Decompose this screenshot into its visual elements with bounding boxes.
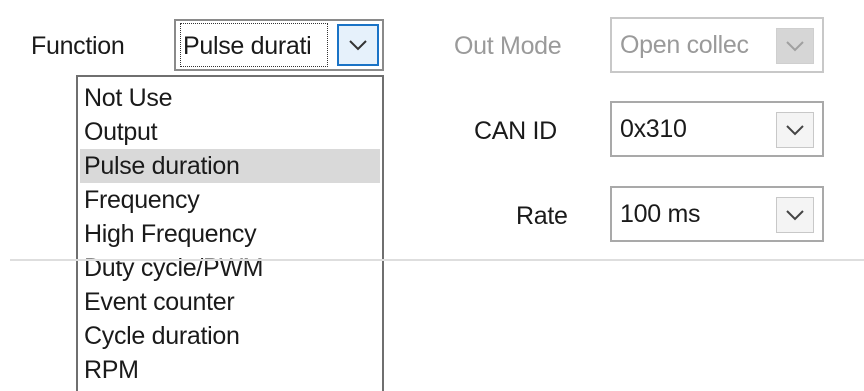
chevron-down-icon — [786, 125, 804, 136]
rate-label: Rate — [516, 202, 568, 230]
section-divider — [10, 259, 864, 261]
dropdown-item-pulse-duration[interactable]: Pulse duration — [80, 149, 380, 183]
can-id-combobox-value: 0x310 — [620, 115, 687, 143]
function-combobox-value: Pulse durati — [180, 23, 328, 67]
out-mode-combobox: Open collec — [610, 17, 824, 73]
chevron-down-icon — [349, 40, 367, 51]
dropdown-item-frequency[interactable]: Frequency — [80, 183, 380, 217]
dropdown-item-not-use[interactable]: Not Use — [80, 81, 380, 115]
out-mode-dropdown-button — [776, 28, 814, 64]
rate-combobox-value: 100 ms — [620, 200, 701, 228]
rate-combobox[interactable]: 100 ms — [610, 186, 824, 242]
dropdown-item-high-frequency[interactable]: High Frequency — [80, 217, 380, 251]
dropdown-item-duty-cycle-pwm[interactable]: Duty cycle/PWM — [80, 251, 380, 285]
dropdown-item-event-counter[interactable]: Event counter — [80, 285, 380, 319]
can-output-config-panel: Function Pulse durati Not Use Output Pul… — [0, 0, 864, 391]
out-mode-label: Out Mode — [454, 32, 562, 60]
chevron-down-icon — [786, 210, 804, 221]
rate-dropdown-button[interactable] — [776, 197, 814, 233]
function-label: Function — [31, 32, 125, 60]
dropdown-item-cycle-duration[interactable]: Cycle duration — [80, 319, 380, 353]
dropdown-item-output[interactable]: Output — [80, 115, 380, 149]
function-dropdown-list: Not Use Output Pulse duration Frequency … — [76, 75, 384, 391]
can-id-label: CAN ID — [474, 117, 557, 145]
can-id-combobox[interactable]: 0x310 — [610, 101, 824, 157]
function-combobox[interactable]: Pulse durati — [174, 19, 384, 71]
dropdown-item-rpm[interactable]: RPM — [80, 353, 380, 387]
function-dropdown-button[interactable] — [337, 24, 379, 66]
can-id-dropdown-button[interactable] — [776, 112, 814, 148]
out-mode-combobox-value: Open collec — [620, 31, 749, 59]
chevron-down-icon — [786, 41, 804, 52]
